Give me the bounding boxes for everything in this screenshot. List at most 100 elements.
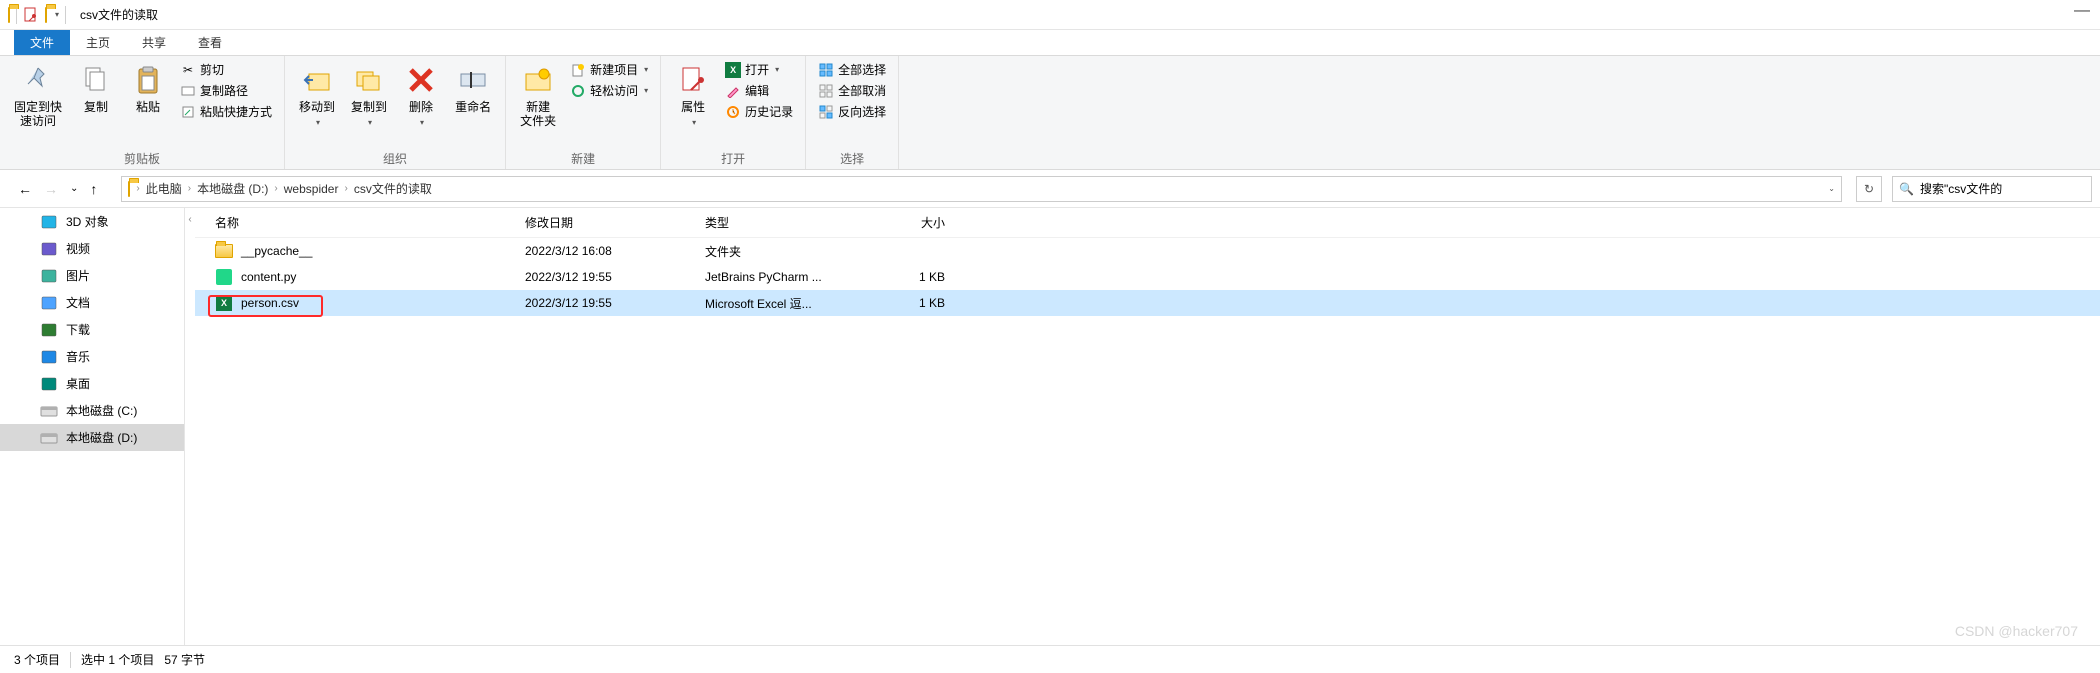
file-name-cell: __pycache__: [195, 242, 525, 260]
open-icon: X: [725, 62, 741, 78]
folder-qat-icon[interactable]: [45, 8, 47, 22]
tab-view[interactable]: 查看: [182, 30, 238, 55]
open-button[interactable]: X打开▾: [725, 60, 793, 79]
paste-button[interactable]: 粘贴: [122, 58, 174, 114]
select-all-button[interactable]: 全部选择: [818, 60, 886, 79]
folder-icon: [8, 8, 10, 22]
copy-button[interactable]: 复制: [70, 58, 122, 114]
copy-to-button[interactable]: 复制到▾: [343, 58, 395, 127]
file-type: JetBrains PyCharm ...: [705, 270, 855, 284]
new-folder-button[interactable]: 新建 文件夹: [512, 58, 564, 128]
sidebar-item-label: 本地磁盘 (C:): [66, 402, 137, 419]
tab-file[interactable]: 文件: [14, 30, 70, 55]
column-headers: 名称 修改日期 类型 大小: [195, 208, 2100, 238]
pin-icon: [22, 64, 54, 96]
easy-access-icon: [570, 83, 586, 99]
copy-icon: [80, 64, 112, 96]
file-row[interactable]: Xperson.csv2022/3/12 19:55Microsoft Exce…: [195, 290, 2100, 316]
delete-button[interactable]: 删除▾: [395, 58, 447, 127]
py-icon: [215, 268, 233, 286]
sidebar-item-icon: [40, 322, 58, 338]
move-to-button[interactable]: 移动到▾: [291, 58, 343, 127]
breadcrumb-dropdown[interactable]: ⌄: [1828, 184, 1835, 193]
ribbon-group-clipboard: 固定到快 速访问 复制 粘贴 ✂剪切 复制路径 粘贴快捷方式 剪贴板: [0, 56, 285, 169]
sidebar-item-icon: [40, 241, 58, 257]
select-none-button[interactable]: 全部取消: [818, 81, 886, 100]
separator: [65, 6, 66, 24]
quick-access-toolbar: ▾: [0, 6, 74, 24]
chevron-right-icon[interactable]: ›: [188, 183, 191, 194]
group-label-select: 选择: [840, 150, 864, 169]
header-size[interactable]: 大小: [855, 214, 975, 231]
file-name: __pycache__: [241, 244, 312, 258]
nav-buttons: ← → ⌄ ↑: [8, 181, 107, 197]
splitter[interactable]: ‹: [185, 208, 195, 645]
crumb-csv[interactable]: csv文件的读取: [354, 180, 432, 197]
file-row[interactable]: content.py2022/3/12 19:55JetBrains PyCha…: [195, 264, 2100, 290]
refresh-button[interactable]: ↻: [1856, 176, 1882, 202]
file-name-cell: Xperson.csv: [195, 294, 525, 312]
recent-dropdown[interactable]: ⌄: [70, 183, 78, 194]
forward-button[interactable]: →: [44, 181, 58, 197]
sidebar-item-icon: [40, 376, 58, 392]
group-label-organize: 组织: [383, 150, 407, 169]
excel-icon: X: [215, 294, 233, 312]
sidebar-item[interactable]: 桌面: [0, 370, 184, 397]
status-count: 3 个项目: [14, 651, 60, 668]
header-date[interactable]: 修改日期: [525, 214, 705, 231]
properties-qat-icon[interactable]: [23, 7, 39, 23]
paste-shortcut-button[interactable]: 粘贴快捷方式: [180, 102, 272, 121]
edit-button[interactable]: 编辑: [725, 81, 793, 100]
history-icon: [725, 104, 741, 120]
chevron-right-icon[interactable]: ›: [136, 183, 139, 194]
sidebar-item[interactable]: 音乐: [0, 343, 184, 370]
search-placeholder: 搜索"csv文件的: [1920, 180, 2002, 197]
dropdown-qat-icon[interactable]: ▾: [55, 10, 59, 19]
new-item-icon: [570, 62, 586, 78]
easy-access-button[interactable]: 轻松访问▾: [570, 81, 648, 100]
rename-button[interactable]: 重命名: [447, 58, 499, 114]
ribbon-group-organize: 移动到▾ 复制到▾ 删除▾ 重命名 组织: [285, 56, 506, 169]
sidebar-item[interactable]: 视频: [0, 235, 184, 262]
tab-share[interactable]: 共享: [126, 30, 182, 55]
sidebar-item[interactable]: 文档: [0, 289, 184, 316]
sidebar-item-label: 桌面: [66, 375, 90, 392]
tab-home[interactable]: 主页: [70, 30, 126, 55]
sidebar-item-label: 下载: [66, 321, 90, 338]
search-icon: 🔍: [1899, 182, 1914, 196]
invert-selection-button[interactable]: 反向选择: [818, 102, 886, 121]
crumb-d[interactable]: 本地磁盘 (D:): [197, 180, 268, 197]
sidebar-item-icon: [40, 268, 58, 284]
chevron-right-icon[interactable]: ›: [274, 183, 277, 194]
up-button[interactable]: ↑: [90, 181, 97, 197]
crumb-webspider[interactable]: webspider: [284, 182, 339, 196]
file-row[interactable]: __pycache__2022/3/12 16:08文件夹: [195, 238, 2100, 264]
sidebar-item-label: 文档: [66, 294, 90, 311]
status-bar: 3 个项目 选中 1 个项目 57 字节: [0, 645, 2100, 673]
minimize-button[interactable]: —: [2074, 2, 2090, 20]
pin-to-quick-access-button[interactable]: 固定到快 速访问: [6, 58, 70, 128]
sidebar-item[interactable]: 3D 对象: [0, 208, 184, 235]
folder-icon: [128, 182, 130, 196]
copy-path-button[interactable]: 复制路径: [180, 81, 272, 100]
properties-button[interactable]: 属性▾: [667, 58, 719, 127]
history-button[interactable]: 历史记录: [725, 102, 793, 121]
header-type[interactable]: 类型: [705, 214, 855, 231]
cut-button[interactable]: ✂剪切: [180, 60, 272, 79]
watermark: CSDN @hacker707: [1955, 623, 2078, 639]
search-input[interactable]: 🔍 搜索"csv文件的: [1892, 176, 2092, 202]
sidebar-item[interactable]: 本地磁盘 (D:): [0, 424, 184, 451]
back-button[interactable]: ←: [18, 181, 32, 197]
edit-icon: [725, 83, 741, 99]
crumb-pc[interactable]: 此电脑: [146, 180, 182, 197]
new-item-button[interactable]: 新建项目▾: [570, 60, 648, 79]
sidebar-item[interactable]: 本地磁盘 (C:): [0, 397, 184, 424]
breadcrumb[interactable]: › 此电脑 › 本地磁盘 (D:) › webspider › csv文件的读取…: [121, 176, 1842, 202]
group-label-new: 新建: [571, 150, 595, 169]
file-name-cell: content.py: [195, 268, 525, 286]
sidebar-item[interactable]: 下载: [0, 316, 184, 343]
sidebar-item[interactable]: 图片: [0, 262, 184, 289]
chevron-right-icon[interactable]: ›: [344, 183, 347, 194]
header-name[interactable]: 名称: [195, 214, 525, 231]
select-all-icon: [818, 62, 834, 78]
